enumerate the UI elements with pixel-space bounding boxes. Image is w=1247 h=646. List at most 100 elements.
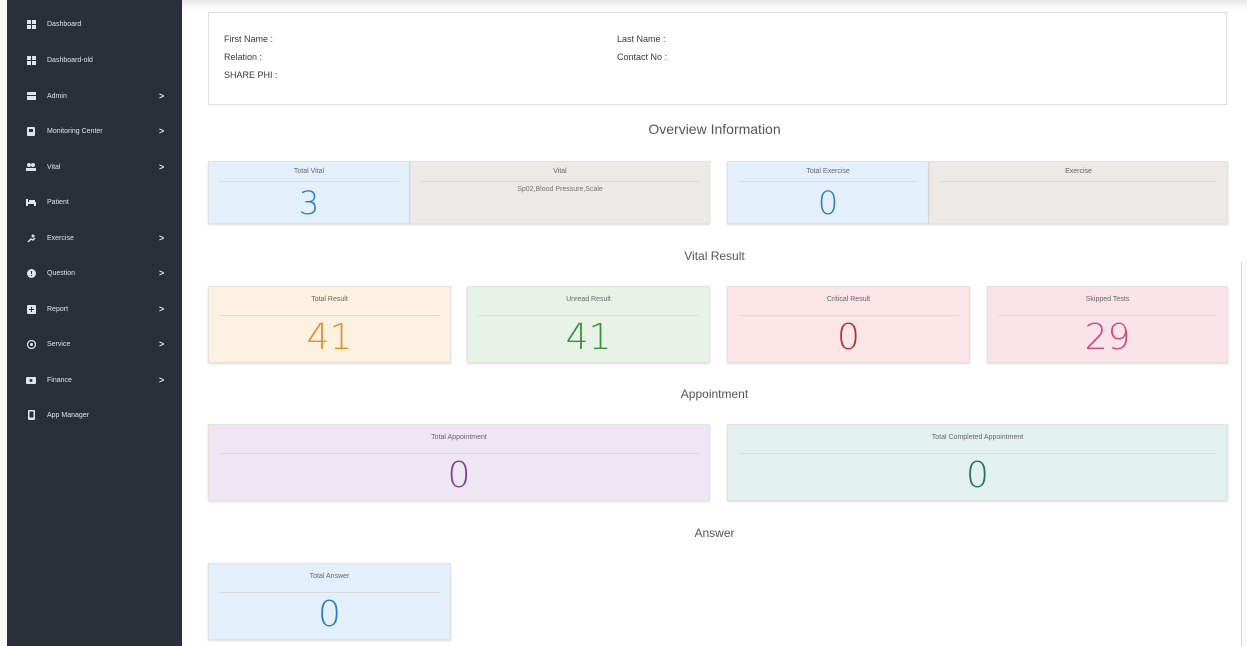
card-value: 0 bbox=[318, 594, 341, 635]
question-icon bbox=[26, 268, 36, 278]
service-icon bbox=[26, 339, 36, 349]
card-value: 41 bbox=[306, 317, 353, 358]
relation-label: Relation : bbox=[224, 52, 263, 62]
sidebar-item-admin[interactable]: Admin > bbox=[7, 84, 182, 108]
card-value: 0 bbox=[966, 455, 989, 496]
sidebar-item-label: Dashboard bbox=[47, 20, 82, 28]
card-value: 41 bbox=[565, 317, 612, 358]
divider bbox=[738, 453, 1217, 454]
sidebar-item-label: Service bbox=[47, 340, 71, 348]
chevron-right-icon: > bbox=[159, 162, 165, 172]
sidebar-item-service[interactable]: Service > bbox=[7, 332, 182, 356]
card-label: Total Vital bbox=[293, 168, 325, 175]
card-value: 29 bbox=[1084, 317, 1131, 358]
sidebar-item-label: Monitoring Center bbox=[47, 127, 103, 135]
sidebar-item-dashboard[interactable]: Dashboard bbox=[7, 12, 182, 36]
divider bbox=[219, 315, 440, 316]
chevron-right-icon: > bbox=[159, 268, 165, 278]
app-window: Dashboard Dashboard-old Admin > Monitori… bbox=[0, 0, 1247, 646]
scrollbar[interactable] bbox=[1241, 262, 1247, 646]
sidebar-item-question[interactable]: Question > bbox=[7, 261, 182, 285]
card-label: Total Exercise bbox=[806, 168, 850, 175]
card-label: Critical Result bbox=[826, 296, 871, 303]
sidebar-item-app-manager[interactable]: App Manager bbox=[7, 403, 182, 427]
total-vital-card: Total Vital 3 bbox=[208, 161, 410, 224]
vital-result-title: Vital Result bbox=[684, 249, 745, 263]
sidebar-item-label: App Manager bbox=[47, 411, 90, 419]
total-result-card: Total Result 41 bbox=[208, 286, 451, 363]
sidebar-item-dashboard-old[interactable]: Dashboard-old bbox=[7, 48, 182, 72]
completed-appointment-card: Total Completed Appointment 0 bbox=[727, 424, 1228, 501]
divider bbox=[219, 453, 699, 454]
card-label: Total Completed Appointment bbox=[931, 434, 1024, 441]
card-label: Exercise bbox=[1065, 168, 1092, 175]
sidebar: Dashboard Dashboard-old Admin > Monitori… bbox=[7, 0, 182, 646]
card-label: Total Appointment bbox=[431, 434, 487, 441]
phone-icon bbox=[26, 410, 36, 420]
main-content: First Name : Last Name : Relation : Cont… bbox=[182, 0, 1247, 646]
critical-result-card: Critical Result 0 bbox=[727, 286, 970, 363]
divider bbox=[738, 181, 918, 182]
card-value: 3 bbox=[298, 184, 320, 222]
divider bbox=[940, 181, 1217, 182]
divider bbox=[421, 181, 699, 182]
first-name-label: First Name : bbox=[224, 34, 274, 44]
total-exercise-card: Total Exercise 0 bbox=[727, 161, 929, 224]
sidebar-item-report[interactable]: Report > bbox=[7, 297, 182, 321]
chevron-right-icon: > bbox=[159, 304, 165, 314]
sidebar-item-finance[interactable]: Finance > bbox=[7, 368, 182, 392]
report-icon bbox=[26, 304, 36, 314]
vital-list-text: Sp02,Blood Pressure,Scale bbox=[517, 186, 603, 193]
admin-icon bbox=[26, 91, 36, 101]
chevron-right-icon: > bbox=[159, 91, 165, 101]
total-answer-card: Total Answer 0 bbox=[208, 563, 451, 640]
profile-card: First Name : Last Name : Relation : Cont… bbox=[208, 12, 1227, 105]
chevron-right-icon: > bbox=[159, 126, 165, 136]
sidebar-item-label: Dashboard-old bbox=[47, 56, 93, 64]
top-shadow bbox=[182, 0, 1247, 10]
divider bbox=[998, 315, 1217, 316]
sidebar-item-label: Patient bbox=[47, 198, 69, 206]
divider bbox=[478, 315, 699, 316]
sidebar-item-patient[interactable]: Patient bbox=[7, 190, 182, 214]
unread-result-card: Unread Result 41 bbox=[467, 286, 710, 363]
chevron-right-icon: > bbox=[159, 233, 165, 243]
contact-no-label: Contact No : bbox=[617, 52, 668, 62]
divider bbox=[219, 181, 399, 182]
sidebar-item-label: Finance bbox=[47, 376, 72, 384]
sidebar-item-label: Report bbox=[47, 305, 69, 313]
total-appointment-card: Total Appointment 0 bbox=[208, 424, 710, 501]
sidebar-item-exercise[interactable]: Exercise > bbox=[7, 226, 182, 250]
card-value: 0 bbox=[817, 184, 839, 222]
card-label: Unread Result bbox=[566, 296, 611, 303]
vital-icon bbox=[26, 162, 36, 172]
bed-icon bbox=[26, 197, 36, 207]
card-value: 0 bbox=[447, 455, 471, 496]
divider bbox=[219, 592, 440, 593]
answer-title: Answer bbox=[694, 526, 735, 540]
card-value: 0 bbox=[837, 317, 860, 358]
skipped-tests-card: Skipped Tests 29 bbox=[987, 286, 1228, 363]
card-label: Total Result bbox=[311, 296, 348, 303]
monitor-icon bbox=[26, 126, 36, 136]
dashboard-icon bbox=[26, 55, 36, 65]
sidebar-item-label: Question bbox=[47, 269, 76, 277]
sidebar-item-monitoring-center[interactable]: Monitoring Center > bbox=[7, 119, 182, 143]
sidebar-item-vital[interactable]: Vital > bbox=[7, 155, 182, 179]
dashboard-icon bbox=[26, 19, 36, 29]
card-label: Total Answer bbox=[309, 573, 350, 580]
card-label: Skipped Tests bbox=[1085, 296, 1130, 303]
sidebar-item-label: Vital bbox=[47, 163, 61, 171]
chevron-right-icon: > bbox=[159, 339, 165, 349]
finance-icon bbox=[26, 375, 36, 385]
chevron-right-icon: > bbox=[159, 375, 165, 385]
card-label: Vital bbox=[553, 168, 567, 175]
share-phi-label: SHARE PHI : bbox=[224, 70, 278, 80]
exercise-icon bbox=[26, 233, 36, 243]
divider bbox=[738, 315, 959, 316]
overview-title: Overview Information bbox=[648, 121, 781, 137]
vital-card: Vital Sp02,Blood Pressure,Scale bbox=[410, 161, 710, 224]
sidebar-item-label: Exercise bbox=[47, 234, 74, 242]
appointment-title: Appointment bbox=[680, 387, 749, 401]
exercise-card: Exercise bbox=[929, 161, 1228, 224]
